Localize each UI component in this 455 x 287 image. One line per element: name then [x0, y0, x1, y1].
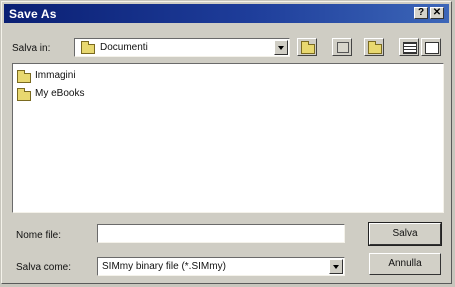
save-in-label: Salva in:	[12, 43, 51, 54]
title-bar[interactable]: Save As ? ✕	[4, 4, 449, 23]
up-folder-icon	[301, 41, 315, 54]
savetype-value: SIMmy binary file (*.SIMmy)	[102, 261, 226, 272]
close-button[interactable]: ✕	[430, 7, 444, 19]
save-button[interactable]: Salva	[368, 222, 442, 246]
filename-field[interactable]	[97, 224, 345, 243]
save-in-dropdown[interactable]: Documenti	[74, 38, 290, 57]
desktop-icon	[337, 42, 349, 53]
help-button[interactable]: ?	[414, 7, 428, 19]
chevron-down-icon[interactable]	[329, 259, 343, 274]
folder-icon	[17, 88, 31, 101]
list-view-icon	[403, 42, 417, 54]
list-view-button[interactable]	[399, 38, 419, 56]
window-title: Save As	[9, 7, 57, 21]
savetype-label: Salva come:	[16, 262, 72, 273]
save-as-dialog: Save As ? ✕ Salva in: Documenti Immagini…	[1, 1, 452, 284]
desktop-button[interactable]	[332, 38, 352, 56]
savetype-dropdown[interactable]: SIMmy binary file (*.SIMmy)	[97, 257, 345, 276]
save-in-value: Documenti	[100, 42, 148, 53]
chevron-down-icon[interactable]	[274, 40, 288, 55]
up-folder-button[interactable]	[297, 38, 317, 56]
new-folder-button[interactable]	[364, 38, 384, 56]
file-name: Immagini	[35, 70, 76, 81]
folder-icon	[17, 70, 31, 83]
cancel-button[interactable]: Annulla	[369, 253, 441, 275]
details-view-button[interactable]	[421, 38, 441, 56]
folder-icon	[81, 41, 95, 54]
filename-label: Nome file:	[16, 230, 62, 241]
details-view-icon	[425, 42, 439, 54]
new-folder-icon	[368, 41, 382, 54]
file-name: My eBooks	[35, 88, 85, 99]
file-list[interactable]: Immagini My eBooks	[12, 63, 444, 213]
